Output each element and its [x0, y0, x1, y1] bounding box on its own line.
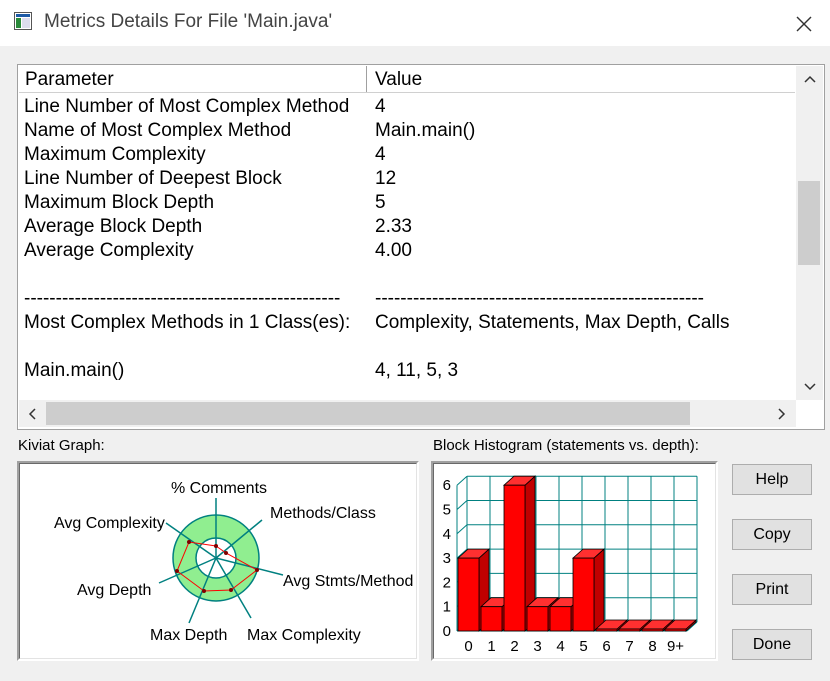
- copy-button[interactable]: Copy: [732, 519, 812, 550]
- kiviat-axis-avg-depth: Avg Depth: [77, 582, 152, 599]
- table-row[interactable]: Average Complexity 4.00: [19, 239, 795, 263]
- value-cell: ----------------------------------------…: [375, 288, 705, 309]
- y-tick-label: 3: [443, 550, 451, 567]
- value-cell: 12: [375, 168, 397, 189]
- grid-line: [456, 475, 468, 486]
- table-row[interactable]: [19, 335, 795, 359]
- x-tick-label: 4: [556, 638, 564, 655]
- value-cell: Main.main(): [375, 120, 476, 141]
- table-body: Line Number of Most Complex Method 4 Name …: [19, 95, 795, 383]
- horizontal-scrollbar[interactable]: [19, 400, 796, 427]
- value-cell: 5: [375, 192, 386, 213]
- x-tick-label: 5: [579, 638, 587, 655]
- x-tick-label: 0: [464, 638, 472, 655]
- histogram-label: Block Histogram (statements vs. depth):: [433, 437, 699, 454]
- y-tick-label: 6: [443, 477, 451, 494]
- vertical-scrollbar[interactable]: [796, 66, 823, 400]
- done-button[interactable]: Done: [732, 629, 812, 660]
- vertical-scroll-thumb[interactable]: [798, 181, 820, 265]
- close-icon[interactable]: [790, 10, 818, 38]
- table-row[interactable]: [19, 263, 795, 287]
- value-cell: 4.00: [375, 240, 412, 261]
- x-tick-label: 1: [487, 638, 495, 655]
- kiviat-axis-avg-complexity: Avg Complexity: [54, 515, 165, 532]
- y-tick-label: 0: [443, 623, 451, 640]
- table-row[interactable]: Name of Most Complex Method Main.main(): [19, 119, 795, 143]
- table-row[interactable]: Most Complex Methods in 1 Class(es): Comp…: [19, 311, 795, 335]
- kiviat-axis-avg-stmts-method: Avg Stmts/Method: [283, 573, 414, 590]
- scroll-right-icon[interactable]: [771, 404, 791, 424]
- parameter-cell: Main.main(): [24, 360, 125, 381]
- x-tick-label: 7: [625, 638, 633, 655]
- parameter-cell: Most Complex Methods in 1 Class(es):: [24, 312, 351, 333]
- x-tick-label: 6: [602, 638, 610, 655]
- table-row[interactable]: ----------------------------------------…: [19, 287, 795, 311]
- block-histogram: 01234560 1 2 3 4 5 6 7 8 9+: [443, 475, 698, 655]
- value-cell: Complexity, Statements, Max Depth, Calls: [375, 312, 730, 333]
- metrics-table[interactable]: Parameter Value Line Number of Most Comp…: [17, 64, 825, 430]
- y-tick-label: 1: [443, 599, 451, 616]
- y-tick-label: 5: [443, 502, 451, 519]
- parameter-cell: Maximum Complexity: [24, 144, 206, 165]
- table-row[interactable]: Maximum Complexity 4: [19, 143, 795, 167]
- scroll-down-icon[interactable]: [800, 376, 820, 396]
- help-button[interactable]: Help: [732, 464, 812, 495]
- kiviat-axis-comments: % Comments: [171, 480, 268, 497]
- horizontal-scroll-thumb[interactable]: [46, 402, 690, 425]
- parameter-cell: Average Block Depth: [24, 216, 203, 237]
- x-tick-label: 8: [648, 638, 656, 655]
- table-row[interactable]: Line Number of Most Complex Method 4: [19, 95, 795, 119]
- window-title: Metrics Details For File 'Main.java': [44, 11, 333, 32]
- table-row[interactable]: Line Number of Deepest Block 12: [19, 167, 795, 191]
- kiviat-graph-panel: % Comments Methods/Class Avg Stmts/Metho…: [17, 461, 419, 661]
- parameter-cell: ----------------------------------------…: [24, 288, 341, 309]
- kiviat-axis-max-depth: Max Depth: [150, 627, 228, 644]
- value-cell: 4: [375, 144, 386, 165]
- column-header-parameter[interactable]: Parameter: [19, 66, 367, 92]
- kiviat-axis-max-complexity: Max Complexity: [247, 627, 361, 644]
- value-cell: 2.33: [375, 216, 412, 237]
- kiviat-axis-methods-class: Methods/Class: [270, 505, 376, 522]
- parameter-cell: Maximum Block Depth: [24, 192, 215, 213]
- x-tick-label: 9+: [667, 638, 684, 655]
- parameter-cell: Line Number of Deepest Block: [24, 168, 282, 189]
- table-row[interactable]: Main.main() 4, 11, 5, 3: [19, 359, 795, 383]
- parameter-cell: Line Number of Most Complex Method: [24, 96, 350, 117]
- scroll-up-icon[interactable]: [800, 70, 820, 90]
- parameter-cell: Average Complexity: [24, 240, 194, 261]
- x-tick-label: 2: [510, 638, 518, 655]
- histogram-panel: 0 1 2 3 4 5 6 0 1 2 3 4 5 6 7 8 9+: [431, 461, 718, 661]
- y-tick-label: 2: [443, 574, 451, 591]
- column-header-value[interactable]: Value: [369, 66, 789, 92]
- print-button[interactable]: Print: [732, 574, 812, 605]
- x-tick-label: 3: [533, 638, 541, 655]
- table-row[interactable]: Maximum Block Depth 5: [19, 191, 795, 215]
- scroll-left-icon[interactable]: [23, 404, 43, 424]
- table-row[interactable]: Average Block Depth 2.33: [19, 215, 795, 239]
- grid-line: [456, 500, 468, 510]
- grid-line: [456, 524, 468, 535]
- value-cell: 4, 11, 5, 3: [375, 360, 459, 381]
- value-cell: 4: [375, 96, 386, 117]
- y-tick-label: 4: [443, 526, 451, 543]
- kiviat-graph-label: Kiviat Graph:: [18, 437, 105, 454]
- histogram-bar: [571, 548, 606, 632]
- parameter-cell: Name of Most Complex Method: [24, 120, 292, 141]
- window-app-icon: [14, 12, 32, 30]
- title-bar: Metrics Details For File 'Main.java': [0, 0, 830, 46]
- table-header: Parameter Value: [19, 66, 795, 93]
